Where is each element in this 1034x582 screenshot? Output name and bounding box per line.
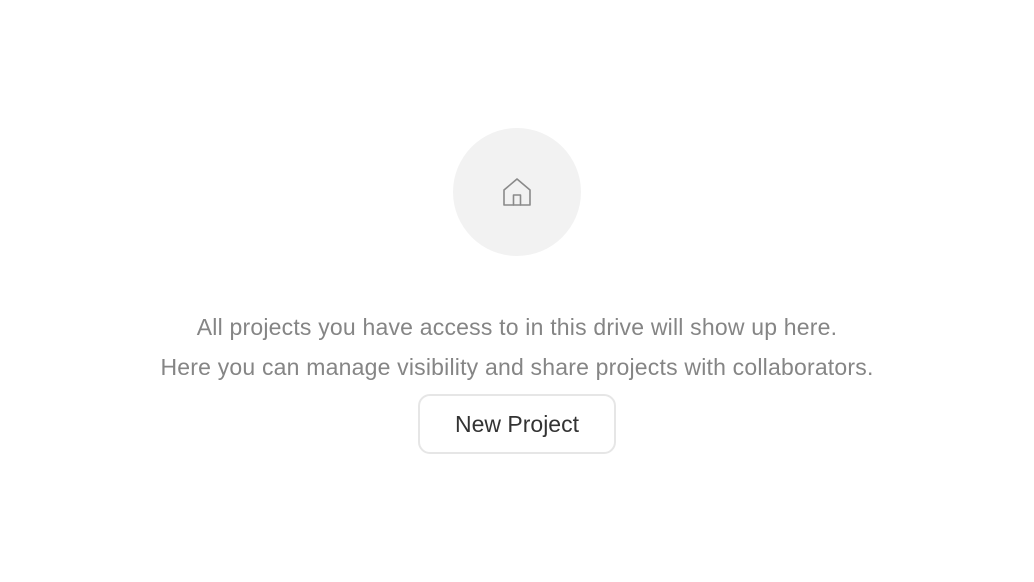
new-project-button[interactable]: New Project <box>418 394 616 454</box>
empty-state-message: All projects you have access to in this … <box>0 307 1034 387</box>
empty-state-message-line-1: All projects you have access to in this … <box>196 314 838 340</box>
home-icon <box>503 178 531 206</box>
empty-state: All projects you have access to in this … <box>0 0 1034 582</box>
empty-state-message-line-2: Here you can manage visibility and share… <box>160 354 874 380</box>
empty-state-icon-circle <box>453 128 581 256</box>
